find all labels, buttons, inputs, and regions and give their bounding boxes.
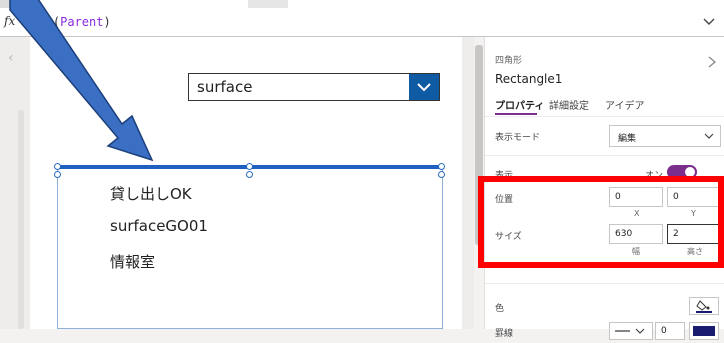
display-mode-select[interactable]: 編集 (609, 125, 721, 147)
control-name: Rectangle1 (495, 72, 563, 86)
active-tab-underline (495, 113, 537, 115)
status-label: 貸し出しOK (110, 185, 192, 203)
border-width-field[interactable]: 0 (655, 322, 685, 340)
divider (485, 116, 724, 117)
location-label: 情報室 (110, 253, 156, 271)
border-style-select[interactable] (609, 322, 653, 340)
dropdown-value: surface (197, 78, 253, 96)
device-label: surfaceGO01 (110, 217, 208, 235)
divider (485, 283, 724, 284)
annotation-arrow (9, 0, 154, 162)
chevron-down-icon (417, 83, 431, 92)
tab-advanced[interactable]: 詳細設定 (549, 97, 589, 112)
fill-color-button[interactable] (689, 297, 719, 315)
tab-properties[interactable]: プロパティ (495, 97, 544, 112)
border-line-icon (615, 328, 645, 334)
surface-dropdown[interactable]: surface (188, 73, 440, 101)
resize-handle[interactable] (54, 171, 61, 178)
display-mode-label: 表示モード (495, 133, 541, 143)
resize-handle[interactable] (246, 171, 253, 178)
resize-handle[interactable] (438, 171, 445, 178)
border-color-swatch[interactable] (689, 322, 719, 340)
highlight-box (478, 176, 724, 268)
chevron-down-icon (704, 133, 714, 139)
control-type: 四角形 (495, 56, 523, 66)
tab-ideas[interactable]: アイデア (605, 97, 645, 112)
chevron-down-icon[interactable] (702, 14, 716, 28)
resize-handle[interactable] (438, 163, 445, 170)
paint-bucket-icon (696, 300, 712, 313)
color-label: 色 (495, 304, 505, 314)
dropdown-button[interactable] (409, 74, 439, 100)
chevron-right-icon[interactable] (707, 55, 717, 69)
divider (485, 155, 724, 156)
resize-handle[interactable] (246, 163, 253, 170)
border-label: 罫線 (495, 329, 514, 339)
